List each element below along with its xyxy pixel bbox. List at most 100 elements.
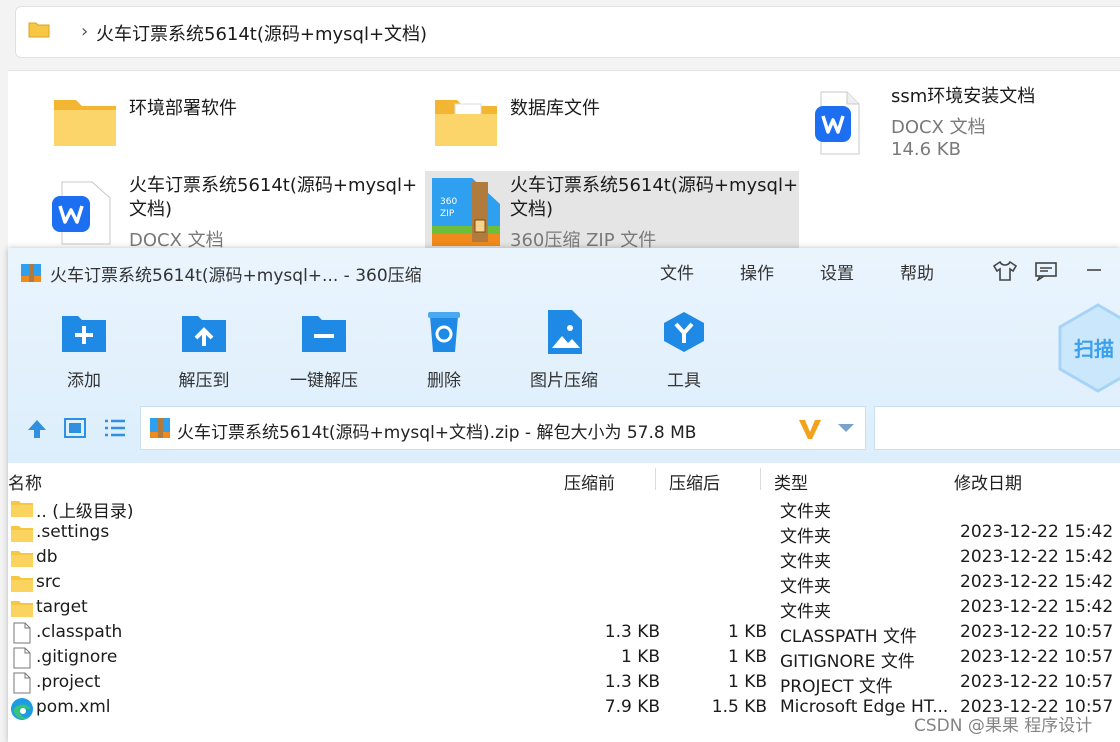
column-header-type[interactable]: 类型 (774, 469, 808, 494)
extract-to-button[interactable]: 解压到 (156, 310, 252, 391)
row-name: .. (上级目录) (36, 502, 134, 522)
tools-icon (664, 312, 704, 352)
menu-operation[interactable]: 操作 (740, 259, 774, 284)
zip-file-icon (150, 418, 170, 438)
search-box[interactable] (874, 406, 1120, 450)
skin-shirt-icon[interactable] (992, 260, 1018, 282)
v-logo-icon[interactable] (797, 417, 823, 441)
row-name: src (36, 572, 61, 592)
table-row[interactable]: .classpath 1.3 KB 1 KB CLASSPATH 文件 2023… (8, 621, 1120, 647)
folder-icon (435, 100, 497, 146)
column-header-after[interactable]: 压缩后 (669, 469, 720, 494)
file-item-ssm-doc[interactable]: ssm环境安装文档 DOCX 文档 14.6 KB (815, 84, 1115, 164)
zip-window: 火车订票系统5614t(源码+mysql+... - 360压缩 文件 操作 设… (8, 248, 1120, 742)
table-row[interactable]: db 文件夹 2023-12-22 15:42 (8, 546, 1120, 572)
row-name: db (36, 547, 58, 567)
row-modified: 2023-12-22 15:42 (960, 547, 1114, 567)
folder-icon (11, 576, 33, 592)
column-divider (655, 468, 656, 490)
add-button[interactable]: 添加 (36, 310, 132, 391)
one-click-extract-button[interactable]: 一键解压 (276, 310, 372, 391)
row-type: 文件夹 (780, 527, 831, 547)
delete-label: 删除 (427, 371, 461, 391)
row-name: target (36, 597, 88, 617)
folder-icon (11, 601, 33, 617)
list-view-icon[interactable] (104, 419, 126, 437)
row-modified: 2023-12-22 10:57 (960, 647, 1114, 667)
zip-archive-icon: 360 ZIP (432, 178, 500, 246)
image-compress-icon (548, 310, 582, 354)
row-before: 1.3 KB (604, 672, 660, 692)
menu-file[interactable]: 文件 (660, 259, 694, 284)
file-icon (13, 647, 31, 669)
address-bar[interactable]: › 火车订票系统5614t(源码+mysql+文档) (15, 6, 1120, 58)
up-arrow-icon[interactable] (26, 418, 48, 440)
thumbnail-view-icon[interactable] (64, 418, 86, 438)
delete-button[interactable]: 删除 (396, 310, 492, 391)
wps-document-icon (52, 181, 111, 245)
wps-document-icon (815, 91, 860, 155)
row-name: .settings (36, 522, 110, 542)
table-row[interactable]: .. (上级目录) 文件夹 (8, 496, 1120, 522)
table-row[interactable]: .project 1.3 KB 1 KB PROJECT 文件 2023-12-… (8, 671, 1120, 697)
image-compress-button[interactable]: 图片压缩 (516, 310, 612, 391)
one-click-extract-icon (302, 316, 346, 352)
row-modified: 2023-12-22 15:42 (960, 522, 1114, 542)
column-header-modified[interactable]: 修改日期 (954, 469, 1022, 494)
recycle-bin-icon (428, 312, 460, 352)
chevron-right-icon: › (81, 21, 89, 42)
file-item-database[interactable]: 数据库文件 (433, 92, 783, 152)
column-header-before[interactable]: 压缩前 (564, 469, 615, 494)
one-click-extract-label: 一键解压 (290, 371, 358, 391)
row-before: 7.9 KB (604, 697, 660, 717)
dropdown-arrow-icon[interactable] (837, 423, 855, 433)
table-row[interactable]: .settings 文件夹 2023-12-22 15:42 (8, 521, 1120, 547)
file-item-project-doc[interactable]: 火车订票系统5614t(源码+mysql+ 文档) DOCX 文档 (52, 174, 422, 251)
scan-label: 扫描 (1074, 337, 1114, 361)
feedback-icon[interactable] (1034, 261, 1058, 281)
row-after: 1.5 KB (711, 697, 767, 717)
svg-text:360: 360 (440, 197, 457, 207)
file-icon (13, 622, 31, 644)
row-name: pom.xml (36, 697, 111, 717)
row-before: 1.3 KB (604, 622, 660, 642)
archive-path-text: 火车订票系统5614t(源码+mysql+文档).zip - 解包大小为 57.… (177, 423, 697, 443)
file-item-env-software[interactable]: 环境部署软件 (52, 92, 402, 152)
row-type: 文件夹 (780, 552, 831, 572)
file-item-zip[interactable]: 360 ZIP 火车订票系统5614t(源码+mysql+ 文档) 360压缩 … (430, 174, 798, 251)
image-compress-label: 图片压缩 (530, 371, 598, 391)
tools-button[interactable]: 工具 (636, 310, 732, 391)
row-after: 1 KB (727, 672, 767, 692)
archive-path-bar[interactable]: 火车订票系统5614t(源码+mysql+文档).zip - 解包大小为 57.… (140, 406, 866, 450)
breadcrumb-path[interactable]: 火车订票系统5614t(源码+mysql+文档) (96, 20, 427, 46)
minimize-icon[interactable] (1086, 268, 1102, 272)
extract-icon (182, 316, 226, 352)
row-modified: 2023-12-22 15:42 (960, 572, 1114, 592)
table-row[interactable]: .gitignore 1 KB 1 KB GITIGNORE 文件 2023-1… (8, 646, 1120, 672)
row-type: PROJECT 文件 (780, 677, 893, 697)
row-type: CLASSPATH 文件 (780, 627, 917, 647)
folder-icon (11, 526, 33, 542)
file-name: 环境部署软件 (129, 98, 237, 119)
add-file-icon (62, 316, 106, 352)
window-title: 火车订票系统5614t(源码+mysql+... - 360压缩 (50, 266, 422, 286)
svg-text:ZIP: ZIP (440, 209, 455, 219)
row-modified: 2023-12-22 10:57 (960, 672, 1114, 692)
row-type: GITIGNORE 文件 (780, 652, 915, 672)
folder-icon (28, 22, 50, 38)
column-header-name[interactable]: 名称 (8, 469, 42, 494)
menu-help[interactable]: 帮助 (900, 259, 934, 284)
row-modified: 2023-12-22 10:57 (960, 622, 1114, 642)
menu-settings[interactable]: 设置 (820, 259, 854, 284)
column-divider (760, 468, 761, 490)
row-type: 文件夹 (780, 577, 831, 597)
row-name: .classpath (36, 622, 123, 642)
row-after: 1 KB (727, 647, 767, 667)
table-row[interactable]: src 文件夹 2023-12-22 15:42 (8, 571, 1120, 597)
table-row[interactable]: target 文件夹 2023-12-22 15:42 (8, 596, 1120, 622)
row-modified: 2023-12-22 15:42 (960, 597, 1114, 617)
row-name: .gitignore (36, 647, 118, 667)
watermark: CSDN @果果 程序设计 (914, 716, 1093, 736)
tools-label: 工具 (667, 371, 701, 391)
scan-button[interactable]: 扫描 (1058, 303, 1120, 393)
